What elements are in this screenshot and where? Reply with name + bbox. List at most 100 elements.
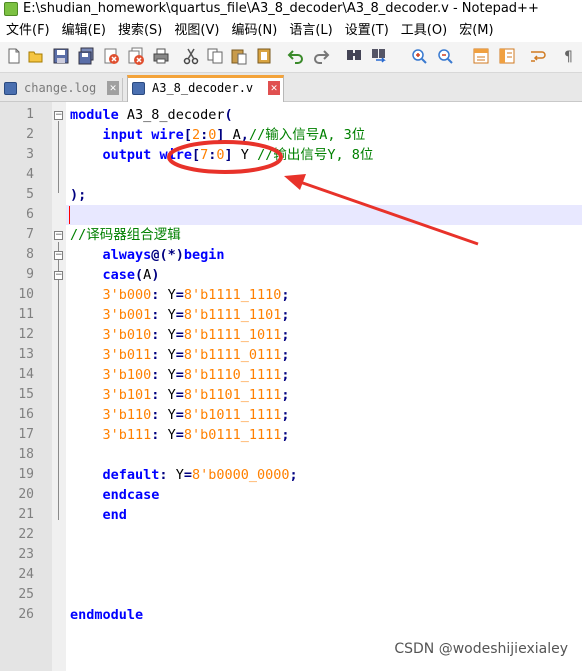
code-text[interactable]: 3'b000: Y=8'b1111_1110; [70, 285, 290, 305]
code-line[interactable]: 3 output wire[7:0] Y //输出信号Y, 8位 [0, 145, 582, 165]
line-number: 13 [18, 347, 34, 362]
line-number: 5 [26, 187, 34, 202]
close-tab-icon[interactable]: ✕ [107, 81, 119, 95]
line-number: 25 [18, 587, 34, 602]
code-line[interactable]: 17 3'b111: Y=8'b0111_1111; [0, 425, 582, 445]
code-text[interactable]: 3'b010: Y=8'b1111_1011; [70, 325, 290, 345]
zoom-in-icon[interactable] [410, 47, 428, 65]
save-icon[interactable] [52, 47, 70, 65]
editor[interactable]: − − − − 1 module A3_8_decoder(2 input wir… [0, 102, 582, 671]
close-all-icon[interactable] [127, 47, 145, 65]
menu-file[interactable]: 文件(F) [0, 20, 56, 42]
menu-edit[interactable]: 编辑(E) [56, 20, 112, 42]
code-line[interactable]: 11 3'b001: Y=8'b1111_1101; [0, 305, 582, 325]
code-text[interactable]: 3'b011: Y=8'b1111_0111; [70, 345, 290, 365]
code-text[interactable]: ); [70, 185, 86, 205]
redo-icon[interactable] [312, 47, 330, 65]
menu-language[interactable]: 语言(L) [283, 20, 338, 42]
code-line[interactable]: 23 [0, 545, 582, 565]
word-wrap-icon[interactable] [528, 47, 546, 65]
save-all-icon[interactable] [77, 47, 95, 65]
menu-encoding[interactable]: 编码(N) [225, 20, 283, 42]
code-line[interactable]: 10 3'b000: Y=8'b1111_1110; [0, 285, 582, 305]
menu-macro[interactable]: 宏(M) [453, 20, 499, 42]
code-text[interactable]: end [70, 505, 127, 525]
code-line[interactable]: 6 [0, 205, 582, 225]
code-text[interactable]: always@(*)begin [70, 245, 225, 265]
code-text[interactable]: endcase [70, 485, 160, 505]
code-text[interactable]: module A3_8_decoder( [70, 105, 233, 125]
code-line[interactable]: 26 endmodule [0, 605, 582, 625]
code-line[interactable]: 7 //译码器组合逻辑 [0, 225, 582, 245]
sync-horizontal-icon[interactable] [498, 47, 516, 65]
code-line[interactable]: 1 module A3_8_decoder( [0, 105, 582, 125]
svg-text:¶: ¶ [564, 49, 573, 65]
line-number: 23 [18, 547, 34, 562]
close-tab-icon[interactable]: ✕ [268, 81, 280, 95]
code-line[interactable]: 15 3'b101: Y=8'b1101_1111; [0, 385, 582, 405]
code-line[interactable]: 20 endcase [0, 485, 582, 505]
code-line[interactable]: 21 end [0, 505, 582, 525]
show-all-characters-icon[interactable]: ¶ [560, 47, 578, 65]
replace-icon[interactable] [370, 47, 388, 65]
line-number: 24 [18, 567, 34, 582]
tab-a3-8-decoder[interactable]: A3_8_decoder.v ✕ [127, 75, 284, 102]
print-icon[interactable] [152, 47, 170, 65]
code-line[interactable]: 4 [0, 165, 582, 185]
line-number: 20 [18, 487, 34, 502]
code-text[interactable]: default: Y=8'b0000_0000; [70, 465, 298, 485]
line-number: 1 [26, 107, 34, 122]
tab-label: A3_8_decoder.v [152, 81, 254, 95]
code-line[interactable]: 24 [0, 565, 582, 585]
code-text[interactable]: 3'b100: Y=8'b1110_1111; [70, 365, 290, 385]
line-number: 19 [18, 467, 34, 482]
code-line[interactable]: 5); [0, 185, 582, 205]
code-text[interactable]: 3'b110: Y=8'b1011_1111; [70, 405, 290, 425]
code-line[interactable]: 8 always@(*)begin [0, 245, 582, 265]
code-line[interactable]: 9 case(A) [0, 265, 582, 285]
new-file-icon[interactable] [5, 47, 23, 65]
paste-special-icon[interactable] [255, 47, 273, 65]
menu-tools[interactable]: 工具(O) [395, 20, 453, 42]
menu-view[interactable]: 视图(V) [168, 20, 225, 42]
close-icon[interactable] [102, 47, 120, 65]
menu-settings[interactable]: 设置(T) [339, 20, 395, 42]
watermark: CSDN @wodeshijiexialey [394, 641, 568, 657]
code-line[interactable]: 14 3'b100: Y=8'b1110_1111; [0, 365, 582, 385]
line-number: 14 [18, 367, 34, 382]
code-text[interactable]: case(A) [70, 265, 160, 285]
copy-icon[interactable] [206, 47, 224, 65]
code-line[interactable]: 19 default: Y=8'b0000_0000; [0, 465, 582, 485]
code-text[interactable]: 3'b111: Y=8'b0111_1111; [70, 425, 290, 445]
paste-icon[interactable] [230, 47, 248, 65]
window-title: E:\shudian_homework\quartus_file\A3_8_de… [23, 1, 539, 16]
find-icon[interactable] [345, 47, 363, 65]
line-number: 10 [18, 287, 34, 302]
code-text[interactable]: 3'b101: Y=8'b1101_1111; [70, 385, 290, 405]
code-line[interactable]: 18 [0, 445, 582, 465]
code-text[interactable]: input wire[2:0] A,//输入信号A, 3位 [70, 125, 366, 145]
title-bar: E:\shudian_homework\quartus_file\A3_8_de… [0, 0, 582, 20]
code-text[interactable]: 3'b001: Y=8'b1111_1101; [70, 305, 290, 325]
code-line[interactable]: 13 3'b011: Y=8'b1111_0111; [0, 345, 582, 365]
code-text[interactable]: output wire[7:0] Y //输出信号Y, 8位 [70, 145, 374, 165]
undo-icon[interactable] [287, 47, 305, 65]
code-line[interactable]: 22 [0, 525, 582, 545]
line-number: 7 [26, 227, 34, 242]
zoom-out-icon[interactable] [436, 47, 454, 65]
open-file-icon[interactable] [27, 47, 45, 65]
code-line[interactable]: 12 3'b010: Y=8'b1111_1011; [0, 325, 582, 345]
tab-change-log[interactable]: change.log ✕ [0, 78, 123, 101]
code-text[interactable]: //译码器组合逻辑 [70, 225, 181, 245]
cut-icon[interactable] [182, 47, 200, 65]
code-line[interactable]: 16 3'b110: Y=8'b1011_1111; [0, 405, 582, 425]
menu-search[interactable]: 搜索(S) [112, 20, 168, 42]
code-line[interactable]: 2 input wire[2:0] A,//输入信号A, 3位 [0, 125, 582, 145]
code-text[interactable]: endmodule [70, 605, 143, 625]
line-number: 9 [26, 267, 34, 282]
line-number: 22 [18, 527, 34, 542]
saved-file-icon [4, 82, 17, 95]
saved-file-icon [132, 82, 145, 95]
sync-vertical-icon[interactable] [472, 47, 490, 65]
code-line[interactable]: 25 [0, 585, 582, 605]
